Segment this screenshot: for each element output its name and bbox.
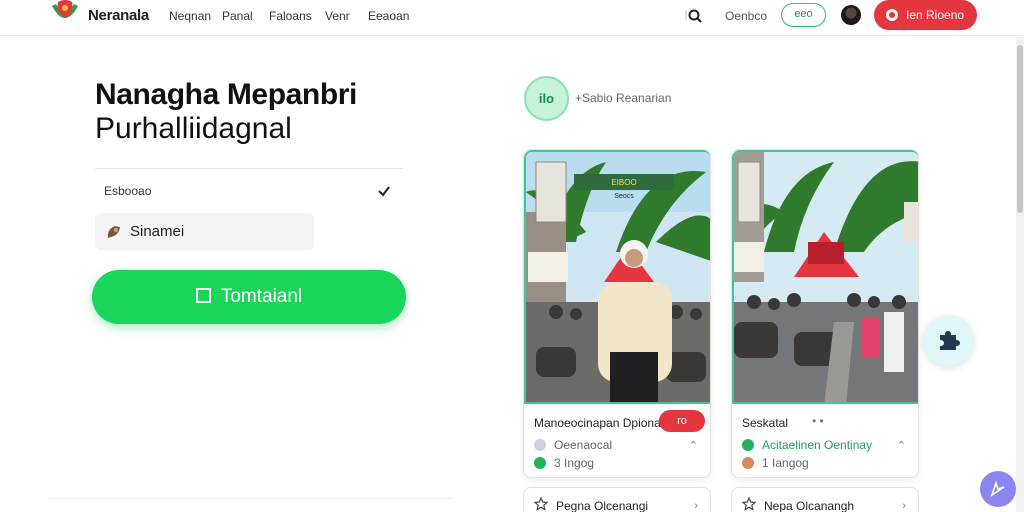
- street-scene-image: EIBOO Seocs: [526, 152, 710, 402]
- nav-item-5[interactable]: Eeaoan: [368, 9, 409, 23]
- top-navbar: Neranala Neqnan Panal Faloans Venr Eeaoa…: [0, 0, 1024, 36]
- meta-time-text: 3 Ingog: [554, 456, 595, 470]
- puzzle-icon: [940, 331, 960, 350]
- record-icon: [886, 9, 898, 21]
- page-subtitle: Purhalliidagnal: [95, 112, 292, 145]
- status-badge[interactable]: ro: [659, 410, 705, 432]
- badge-circle[interactable]: ilo: [524, 76, 569, 121]
- page: Neranala Neqnan Panal Faloans Venr Eeaoa…: [0, 0, 1024, 512]
- check-icon: [378, 186, 390, 197]
- food-icon: [742, 457, 754, 469]
- star-icon: [742, 497, 756, 511]
- input-value: Sinamei: [130, 223, 185, 240]
- list-card-title: Nepa Olcanangh: [764, 499, 855, 512]
- brand-name[interactable]: Neranala: [88, 7, 149, 24]
- chat-fab-button[interactable]: [980, 471, 1016, 507]
- scrollbar-thumb[interactable]: [1017, 45, 1023, 213]
- card-title: Manoeocinapan Dpionak: [534, 416, 667, 430]
- option-select[interactable]: Esbooao: [95, 178, 403, 204]
- outline-button[interactable]: eeo: [781, 3, 826, 27]
- meta-row-time: 3 Ingog: [534, 456, 594, 470]
- chevron-up-icon[interactable]: ⌃: [897, 439, 906, 452]
- green-dot-icon: [534, 457, 546, 469]
- more-icon[interactable]: • •: [812, 414, 824, 428]
- meta-time-text: 1 Iangog: [762, 456, 809, 470]
- meta-location-text: Oeenaocal: [554, 438, 613, 452]
- chat-icon: [990, 481, 1005, 497]
- square-icon: [195, 288, 211, 303]
- card-title: Seskatal: [742, 416, 789, 430]
- primary-button-label: Tomtaianl: [220, 286, 303, 307]
- nav-item-2[interactable]: Panal: [222, 9, 253, 23]
- page-title: Nanagha Mepanbri: [95, 78, 357, 111]
- section-divider: [48, 498, 453, 512]
- name-input[interactable]: Sinamei: [95, 213, 314, 250]
- meta-row-location: Acitaelinen Oentinay: [742, 438, 872, 452]
- divider: [95, 168, 403, 169]
- nav-item-1[interactable]: Neqnan: [169, 9, 211, 23]
- search-icon[interactable]: [683, 6, 703, 26]
- event-card-1[interactable]: EIBOO Seocs Manoeocinapan Dpionak ro Oee…: [523, 149, 711, 478]
- chevron-right-icon[interactable]: ›: [902, 500, 906, 512]
- star-icon: [534, 497, 548, 511]
- meta-location-text: Acitaelinen Oentinay: [762, 438, 873, 452]
- nav-item-3[interactable]: Faloans: [269, 9, 312, 23]
- avatar[interactable]: [841, 5, 861, 25]
- person-icon: [534, 439, 546, 451]
- badge-label: +Sabio Reanarian: [575, 91, 672, 105]
- crowd-scene-image: [734, 152, 918, 402]
- cta-button-label: Ien Rioeno: [906, 8, 965, 22]
- event-card-2[interactable]: Seskatal • • Acitaelinen Oentinay ⌃ 1 Ia…: [731, 149, 919, 478]
- list-card-1[interactable]: Pegna Olcenangi ›: [523, 487, 711, 512]
- brand-logo-icon[interactable]: [50, 0, 80, 26]
- leaf-icon: [107, 226, 120, 238]
- list-card-title: Pegna Olcenangi: [556, 499, 649, 512]
- chevron-up-icon[interactable]: ⌃: [689, 439, 698, 452]
- event-photo[interactable]: [732, 150, 918, 404]
- puzzle-fab-button[interactable]: [923, 315, 974, 366]
- header-link[interactable]: Oenbco: [725, 9, 767, 23]
- chevron-right-icon[interactable]: ›: [694, 500, 698, 512]
- meta-row-time: 1 Iangog: [742, 456, 809, 470]
- meta-row-location: Oeenaocal: [534, 438, 612, 452]
- nav-item-4[interactable]: Venr: [325, 9, 350, 23]
- primary-button[interactable]: Tomtaianl: [92, 270, 406, 324]
- list-card-2[interactable]: Nepa Olcanangh ›: [731, 487, 919, 512]
- banner-subtext: Seocs: [614, 193, 634, 200]
- select-value: Esbooao: [104, 184, 152, 198]
- event-photo[interactable]: EIBOO Seocs: [524, 150, 710, 404]
- scrollbar[interactable]: [1016, 37, 1024, 512]
- banner-text: EIBOO: [611, 178, 636, 187]
- cta-button[interactable]: Ien Rioeno: [874, 0, 977, 30]
- check-circle-icon: [742, 439, 754, 451]
